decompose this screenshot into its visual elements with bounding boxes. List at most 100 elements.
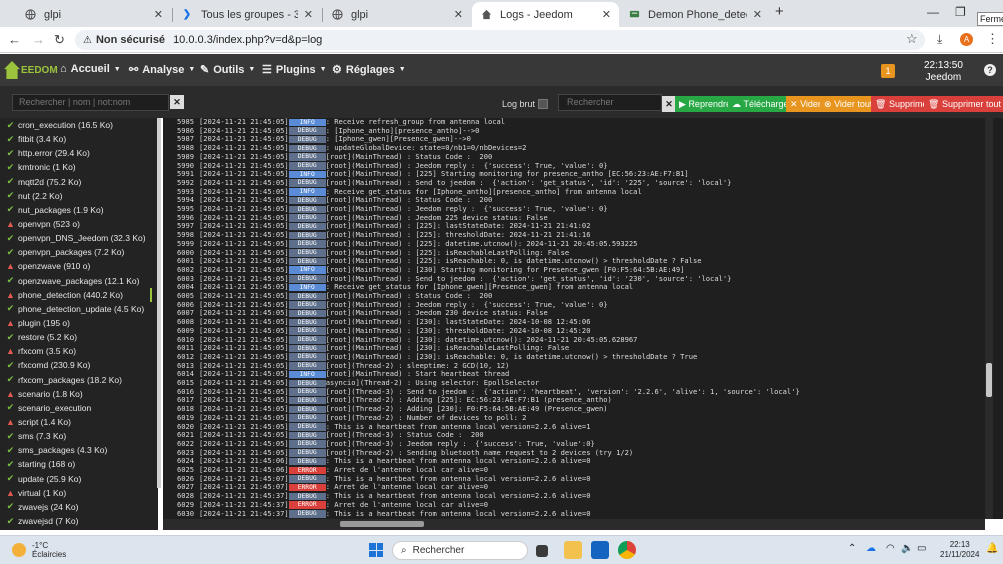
sidebar-log-item[interactable]: ✔ sms_packages (4.3 Ko) bbox=[0, 443, 158, 457]
restore-icon[interactable]: ❐ bbox=[955, 5, 966, 19]
sidebar-log-item[interactable]: ▲ plugin (195 o) bbox=[0, 316, 158, 330]
bookmark-star-icon[interactable]: ☆ bbox=[906, 31, 918, 47]
sidebar-log-item[interactable]: ✔ restore (5.2 Ko) bbox=[0, 330, 158, 344]
sidebar-log-item[interactable]: ✔ phone_detection_update (4.5 Ko) bbox=[0, 302, 158, 316]
browser-tab-3[interactable]: glpi ✕ bbox=[323, 2, 471, 27]
sidebar-log-item[interactable]: ✔ openvpn_DNS_Jeedom (32.3 Ko) bbox=[0, 231, 158, 245]
sidebar-search-input[interactable]: Rechercher | nom | not:nom bbox=[12, 94, 169, 111]
url-text[interactable]: 10.0.0.3/index.php?v=d&p=log bbox=[173, 34, 322, 46]
log-horizontal-scroll-thumb[interactable] bbox=[340, 521, 424, 527]
vider-tout-button[interactable]: ⊗ Vider tout bbox=[820, 96, 877, 112]
new-tab-icon[interactable]: + bbox=[775, 3, 784, 20]
close-icon[interactable]: ✕ bbox=[602, 8, 611, 21]
sidebar-log-item[interactable]: ▲ openvpn (523 o) bbox=[0, 217, 158, 231]
tab-title: glpi bbox=[351, 8, 369, 21]
sidebar-log-item[interactable]: ✔ kmtronic (1 Ko) bbox=[0, 160, 158, 174]
sidebar-log-item[interactable]: ▲ virtual (1 Ko) bbox=[0, 486, 158, 500]
log-message: : [Iphone_antho][presence_antho]-->0 bbox=[325, 125, 480, 135]
back-icon[interactable]: ← bbox=[8, 32, 21, 47]
sidebar-log-item[interactable]: ✔ cron_execution (16.5 Ko) bbox=[0, 118, 158, 132]
close-icon[interactable]: ✕ bbox=[753, 8, 762, 21]
address-bar[interactable]: ⚠ Non sécurisé 10.0.0.3/index.php?v=d&p=… bbox=[75, 30, 925, 50]
sidebar-log-item[interactable]: ▲ script (1.4 Ko) bbox=[0, 415, 158, 429]
times-circle-icon: ⊗ bbox=[824, 98, 832, 109]
sidebar-log-item[interactable]: ✔ nut (2.2 Ko) bbox=[0, 189, 158, 203]
log-brut-checkbox[interactable] bbox=[538, 99, 548, 109]
sidebar-log-item[interactable]: ✔ fitbit (3.4 Ko) bbox=[0, 132, 158, 146]
file-explorer-icon[interactable] bbox=[564, 541, 582, 559]
clear-search-icon[interactable]: ✕ bbox=[170, 95, 184, 109]
sidebar-log-item[interactable]: ✔ zwavejsd (7 Ko) bbox=[0, 514, 158, 528]
log-search-input[interactable]: Rechercher bbox=[558, 94, 662, 111]
close-icon[interactable]: ✕ bbox=[154, 8, 163, 21]
minimize-icon[interactable]: — bbox=[927, 5, 939, 19]
help-icon[interactable]: ? bbox=[984, 64, 996, 76]
sidebar-log-item[interactable]: ✔ openzwave_packages (12.1 Ko) bbox=[0, 274, 158, 288]
log-timestamp: [2024-11-21 21:45:05] bbox=[199, 160, 289, 170]
battery-icon[interactable]: ▭ bbox=[917, 543, 926, 554]
profile-avatar[interactable]: A bbox=[960, 33, 973, 46]
outlook-icon[interactable] bbox=[591, 541, 609, 559]
log-timestamp: [2024-11-21 21:45:05] bbox=[199, 125, 289, 135]
kebab-menu-icon[interactable]: ⋮ bbox=[986, 31, 999, 47]
download-icon[interactable]: ⤓ bbox=[937, 32, 942, 47]
sidebar-log-item[interactable]: ✔ mqtt2d (75.2 Ko) bbox=[0, 175, 158, 189]
log-level-badge: DEBUG bbox=[288, 214, 326, 222]
chrome-icon[interactable] bbox=[618, 541, 636, 559]
browser-tab-4[interactable]: Logs - Jeedom ✕ bbox=[472, 2, 619, 27]
forum-icon bbox=[628, 9, 640, 21]
close-icon[interactable]: ✕ bbox=[304, 8, 313, 21]
sidebar-log-item[interactable]: ▲ phone_detection (440.2 Ko) bbox=[0, 287, 152, 302]
reprendre-button[interactable]: ▶ Reprendre bbox=[675, 96, 735, 112]
menu-analyse[interactable]: ⚯ Analyse ▼ bbox=[129, 63, 195, 77]
sidebar-scrollbar[interactable] bbox=[157, 118, 161, 488]
check-icon: ✔ bbox=[6, 133, 15, 144]
supprimer-tout-button[interactable]: 🗑 Supprimer tout bbox=[924, 96, 1003, 112]
reload-icon[interactable]: ↻ bbox=[54, 32, 65, 48]
notification-badge[interactable]: 1 bbox=[881, 64, 895, 78]
sidebar-log-item[interactable]: ▲ openzwave (910 o) bbox=[0, 259, 158, 273]
browser-tab-2[interactable]: ❯ Tous les groupes - 3CX ✕ bbox=[173, 2, 321, 27]
sidebar-log-item[interactable]: ✔ zwavejs (24 Ko) bbox=[0, 500, 158, 514]
log-vertical-scrollbar[interactable] bbox=[985, 118, 993, 519]
sidebar-log-item[interactable]: ✔ update (25.9 Ko) bbox=[0, 472, 158, 486]
taskbar-clock[interactable]: 22:13 21/11/2024 bbox=[940, 540, 979, 560]
tray-chevron-icon[interactable]: ⌃ bbox=[848, 543, 856, 554]
volume-icon[interactable]: 🔈 bbox=[901, 543, 913, 554]
windows-start-icon[interactable] bbox=[369, 543, 383, 557]
weather-widget[interactable]: -1°C Éclaircies bbox=[12, 541, 66, 559]
browser-tab-1[interactable]: glpi ✕ bbox=[16, 2, 171, 27]
menu-outils[interactable]: ✎ Outils ▼ bbox=[200, 63, 255, 77]
log-timestamp: [2024-11-21 21:45:05] bbox=[199, 308, 289, 318]
notification-bell-icon[interactable]: 🔔 bbox=[986, 543, 998, 554]
sidebar-log-item[interactable]: ✔ rfxcom_packages (18.2 Ko) bbox=[0, 373, 158, 387]
jeedom-logo[interactable]: EEDOM bbox=[4, 58, 58, 82]
jeedom-user[interactable]: Jeedom bbox=[924, 72, 963, 84]
security-label[interactable]: Non sécurisé bbox=[96, 34, 165, 46]
forward-icon[interactable]: → bbox=[32, 32, 45, 47]
sidebar-log-item[interactable]: ✔ starting (168 o) bbox=[0, 457, 158, 471]
sidebar-log-item[interactable]: ✔ rfxcomd (230.9 Ko) bbox=[0, 358, 158, 372]
log-vertical-scroll-thumb[interactable] bbox=[986, 363, 992, 397]
sidebar-log-item[interactable]: ▲ scenario (1.8 Ko) bbox=[0, 387, 158, 401]
sidebar-log-item[interactable]: ✔ openvpn_packages (7.2 Ko) bbox=[0, 245, 158, 259]
wifi-icon[interactable]: ◠ bbox=[886, 543, 895, 554]
sidebar-log-item[interactable]: ✔ nut_packages (1.9 Ko) bbox=[0, 203, 158, 217]
taskbar-search[interactable]: ⌕ Rechercher bbox=[392, 541, 528, 560]
onedrive-icon[interactable]: ☁ bbox=[866, 543, 876, 554]
menu-accueil[interactable]: ⌂ Accueil ▼ bbox=[60, 63, 121, 75]
warning-icon[interactable]: ⚠ bbox=[83, 35, 92, 46]
sidebar-log-item[interactable]: ✔ http.error (29.4 Ko) bbox=[0, 146, 158, 160]
log-message: asyncio](Thread-2) : Using selector: Epo… bbox=[325, 378, 540, 387]
log-horizontal-scrollbar[interactable] bbox=[163, 519, 985, 530]
browser-tab-5[interactable]: Demon Phone_detection NOK ✕ bbox=[620, 2, 770, 27]
sidebar-log-item[interactable]: ✔ scenario_execution bbox=[0, 401, 158, 415]
sidebar-log-item[interactable]: ▲ rfxcom (3.5 Ko) bbox=[0, 344, 158, 358]
sidebar-log-item[interactable]: ✔ sms (7.3 Ko) bbox=[0, 429, 158, 443]
task-view-icon[interactable] bbox=[536, 545, 548, 557]
menu-reglages[interactable]: ⚙ Réglages ▼ bbox=[332, 63, 406, 77]
check-icon: ✔ bbox=[6, 515, 15, 526]
menu-plugins[interactable]: ☰ Plugins ▼ bbox=[262, 63, 327, 77]
clear-log-search-icon[interactable]: ✕ bbox=[662, 96, 676, 112]
close-icon[interactable]: ✕ bbox=[454, 8, 463, 21]
